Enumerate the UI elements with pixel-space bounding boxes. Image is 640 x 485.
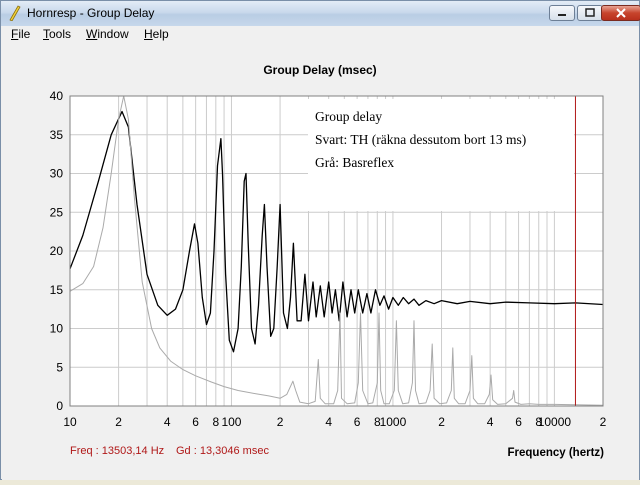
window-title: Hornresp - Group Delay [27, 6, 155, 20]
x-tick-label: 4 [487, 415, 494, 429]
x-tick-label: 4 [164, 415, 171, 429]
y-tick-label: 40 [50, 89, 64, 103]
x-tick-label: 6 [515, 415, 522, 429]
x-tick-label: 4 [325, 415, 332, 429]
frequency-readout: Freq : 13503,14 Hz [70, 445, 165, 457]
close-button[interactable] [601, 5, 640, 21]
main-window: Hornresp - Group Delay File Tools Window… [0, 0, 640, 480]
group-delay-chart[interactable]: Group delay Svart: TH (räkna dessutom bor… [2, 44, 639, 480]
maximize-button[interactable] [577, 5, 603, 21]
chart-title: Group Delay (msec) [263, 63, 376, 77]
y-tick-label: 5 [56, 360, 63, 374]
y-tick-label: 25 [50, 205, 64, 219]
title-bar[interactable]: Hornresp - Group Delay [1, 1, 640, 27]
menu-tools[interactable]: Tools [43, 27, 71, 41]
y-tick-label: 20 [50, 244, 64, 258]
menu-help[interactable]: Help [144, 27, 169, 41]
y-tick-label: 0 [56, 399, 63, 413]
x-tick-label: 2 [115, 415, 122, 429]
x-tick-label: 2 [438, 415, 445, 429]
menu-help-label: elp [152, 27, 169, 41]
close-icon [616, 8, 626, 18]
y-tick-label: 30 [50, 167, 64, 181]
x-tick-label: 2 [600, 415, 607, 429]
maximize-icon [585, 8, 595, 17]
menu-file[interactable]: File [11, 27, 30, 41]
x-tick-label: 1000 [380, 415, 407, 429]
menu-help-accesskey: H [144, 27, 153, 41]
y-tick-label: 15 [50, 283, 64, 297]
minimize-button[interactable] [549, 5, 575, 21]
annotation-line-2: Svart: TH (räkna dessutom bort 13 ms) [315, 132, 526, 147]
x-tick-label: 10000 [538, 415, 572, 429]
annotation-line-3: Grå: Basreflex [315, 155, 394, 170]
annotation-line-1: Group delay [315, 109, 382, 124]
minimize-icon [558, 14, 566, 16]
menu-window-accesskey: W [86, 27, 98, 41]
menu-window[interactable]: Window [86, 27, 129, 41]
y-tick-label: 35 [50, 128, 64, 142]
group-delay-readout: Gd : 13,3046 msec [176, 445, 269, 457]
x-tick-label: 8 [212, 415, 219, 429]
y-tick-label: 10 [50, 322, 64, 336]
x-tick-label: 6 [192, 415, 199, 429]
x-tick-label: 10 [63, 415, 77, 429]
hornresp-app-icon [9, 5, 21, 21]
chart-area: Group delay Svart: TH (räkna dessutom bor… [2, 44, 639, 480]
x-axis-label: Frequency (hertz) [508, 447, 605, 459]
x-tick-label: 6 [354, 415, 361, 429]
x-tick-label: 100 [221, 415, 241, 429]
x-tick-label: 2 [277, 415, 284, 429]
menu-file-label: ile [18, 27, 31, 41]
menu-tools-label: ools [49, 27, 72, 41]
menu-bar: File Tools Window Help [1, 26, 639, 44]
menu-window-label: indow [97, 27, 129, 41]
